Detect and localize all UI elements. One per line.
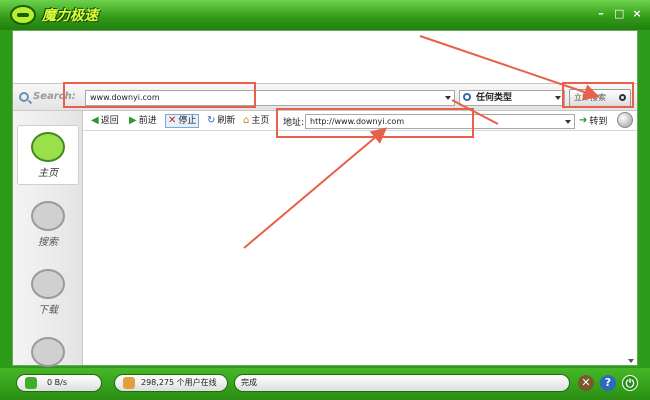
chevron-down-icon[interactable] bbox=[555, 96, 561, 100]
sidebar-item-label: 搜索 bbox=[38, 237, 58, 248]
forward-button[interactable]: ▶ 前进 bbox=[129, 114, 157, 128]
home-label: 主页 bbox=[251, 116, 270, 126]
back-button[interactable]: ◀ 返回 bbox=[91, 114, 119, 128]
search-mascot-icon bbox=[31, 201, 65, 231]
refresh-label: 刷新 bbox=[217, 116, 236, 126]
close-button[interactable]: × bbox=[632, 8, 642, 20]
browser-content[interactable] bbox=[83, 132, 637, 365]
back-arrow-icon: ◀ bbox=[91, 115, 99, 126]
stop-label: 停止 bbox=[178, 116, 197, 126]
search-type-value: 任何类型 bbox=[476, 93, 513, 103]
speed-indicator: 0 B/s bbox=[16, 374, 102, 392]
back-label: 返回 bbox=[100, 116, 119, 126]
help-icon[interactable]: ? bbox=[600, 375, 616, 391]
stop-button[interactable]: ✕ 停止 bbox=[165, 114, 200, 128]
search-icon bbox=[19, 91, 29, 102]
sidebar-item-download[interactable]: 下载 bbox=[17, 263, 79, 323]
speed-icon bbox=[25, 377, 37, 389]
chevron-down-icon[interactable] bbox=[565, 120, 571, 124]
refresh-button[interactable]: ↻ 刷新 bbox=[207, 114, 235, 128]
globe-icon[interactable] bbox=[617, 112, 633, 128]
forward-arrow-icon: ▶ bbox=[129, 115, 137, 126]
more-mascot-icon bbox=[31, 337, 65, 367]
stop-icon: ✕ bbox=[168, 115, 177, 126]
forward-label: 前进 bbox=[138, 116, 157, 126]
sidebar-item-more[interactable] bbox=[17, 331, 79, 367]
annotation-box-search bbox=[63, 82, 256, 108]
search-type-icon bbox=[463, 93, 471, 101]
annotation-box-address bbox=[276, 108, 474, 138]
status-bar: 0 B/s 298,275 个用户在线 完成 ✕ ? ⏻ bbox=[0, 368, 650, 400]
refresh-icon: ↻ bbox=[207, 115, 216, 126]
client-area: Search: www.downyi.com 任何类型 立即搜索 主页 搜索 下… bbox=[12, 30, 638, 367]
online-users-value: 298,275 个用户在线 bbox=[141, 378, 217, 387]
window-controls: – □ × bbox=[596, 8, 642, 20]
speed-value: 0 B/s bbox=[47, 378, 67, 387]
chevron-down-icon[interactable] bbox=[445, 96, 451, 100]
home-icon: ⌂ bbox=[243, 115, 250, 126]
scroll-down-icon[interactable] bbox=[628, 359, 634, 363]
app-title: 魔力极速 bbox=[42, 8, 98, 24]
download-mascot-icon bbox=[31, 269, 65, 299]
settings-tools-icon[interactable]: ✕ bbox=[578, 375, 594, 391]
online-users-indicator: 298,275 个用户在线 bbox=[114, 374, 228, 392]
power-icon[interactable]: ⏻ bbox=[622, 375, 638, 391]
user-icon bbox=[123, 377, 135, 389]
go-label: 转到 bbox=[589, 117, 608, 127]
status-text: 完成 bbox=[241, 378, 257, 387]
sidebar-item-label: 下载 bbox=[38, 305, 58, 316]
app-logo: 魔力极速 bbox=[10, 3, 120, 27]
app-window: 魔力极速 – □ × Search: www.downyi.com 任何类型 立… bbox=[0, 0, 650, 400]
title-bar[interactable]: 魔力极速 – □ × bbox=[0, 0, 650, 30]
maximize-button[interactable]: □ bbox=[614, 8, 624, 20]
status-tools: ✕ ? ⏻ bbox=[578, 375, 638, 391]
minimize-button[interactable]: – bbox=[596, 8, 606, 20]
sidebar-item-label: 主页 bbox=[38, 168, 58, 179]
status-message: 完成 bbox=[234, 374, 570, 392]
home-button[interactable]: ⌂ 主页 bbox=[243, 114, 269, 128]
home-mascot-icon bbox=[31, 132, 65, 162]
search-type-select[interactable]: 任何类型 bbox=[459, 90, 565, 106]
sidebar: 主页 搜索 下载 bbox=[13, 111, 83, 367]
sidebar-item-search[interactable]: 搜索 bbox=[17, 195, 79, 255]
sidebar-item-home[interactable]: 主页 bbox=[17, 125, 79, 185]
go-button[interactable]: ➜ 转到 bbox=[579, 114, 607, 127]
go-arrow-icon: ➜ bbox=[579, 114, 588, 126]
logo-mascot-icon bbox=[10, 5, 36, 25]
annotation-box-search-button bbox=[562, 82, 634, 108]
